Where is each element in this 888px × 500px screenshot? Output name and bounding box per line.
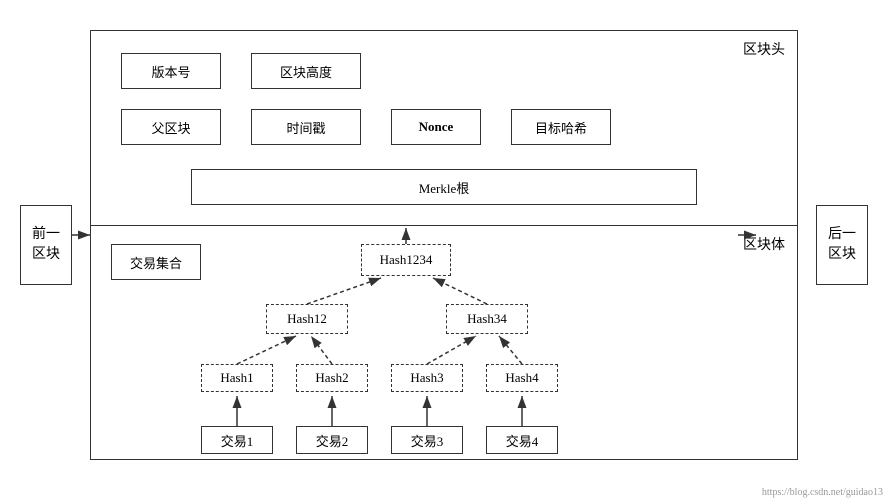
box-tx-set: 交易集合 [111, 244, 201, 280]
box-target-hash: 目标哈希 [511, 109, 611, 145]
arrow-hash2-hash12 [311, 336, 332, 364]
box-hash1234: Hash1234 [361, 244, 451, 276]
arrow-hash1-hash12 [237, 336, 296, 364]
box-hash1: Hash1 [201, 364, 273, 392]
block-body-label: 区块体 [743, 234, 785, 254]
box-hash4: Hash4 [486, 364, 558, 392]
next-block-label: 后一 区块 [828, 225, 856, 264]
box-hash2: Hash2 [296, 364, 368, 392]
block-header: 区块头 版本号 区块高度 父区块 时间戳 Nonce 目标哈希 [91, 31, 797, 226]
block-header-label: 区块头 [743, 39, 785, 59]
main-block: 区块头 版本号 区块高度 父区块 时间戳 Nonce 目标哈希 [90, 30, 798, 460]
watermark: https://blog.csdn.net/guidao13 [762, 487, 883, 498]
block-body: 区块体 交易集合 Hash1234 Hash12 Hash34 Hash1 [91, 226, 797, 459]
prev-block: 前一 区块 [20, 205, 72, 285]
box-version: 版本号 [121, 53, 221, 89]
box-parent: 父区块 [121, 109, 221, 145]
box-tx4: 交易4 [486, 426, 558, 454]
box-timestamp: 时间戳 [251, 109, 361, 145]
arrow-hash12-hash1234 [307, 278, 381, 304]
box-nonce: Nonce [391, 109, 481, 145]
prev-block-label: 前一 区块 [32, 225, 60, 264]
box-merkle: Merkle根 [191, 169, 697, 205]
arrow-hash4-hash34 [499, 336, 522, 364]
box-tx2: 交易2 [296, 426, 368, 454]
arrow-hash3-hash34 [427, 336, 476, 364]
box-hash3: Hash3 [391, 364, 463, 392]
diagram-container: 前一 区块 后一 区块 区块头 版本号 区块高度 父区块 时间戳 [20, 20, 868, 470]
next-block: 后一 区块 [816, 205, 868, 285]
box-hash12: Hash12 [266, 304, 348, 334]
box-tx3: 交易3 [391, 426, 463, 454]
box-height: 区块高度 [251, 53, 361, 89]
arrow-hash34-hash1234 [433, 278, 487, 304]
box-hash34: Hash34 [446, 304, 528, 334]
box-tx1: 交易1 [201, 426, 273, 454]
